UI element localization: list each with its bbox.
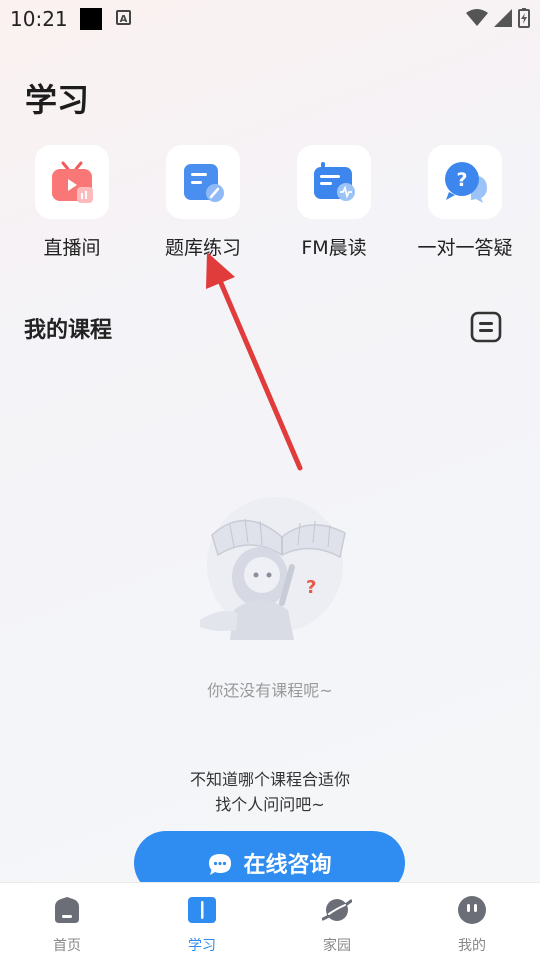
page-title: 学习 [25, 81, 90, 119]
status-bar: 10:21 A [0, 0, 540, 38]
question-bank-icon [184, 164, 224, 202]
a-notification-icon: A [116, 10, 131, 25]
tab-study-label: 学习 [188, 938, 216, 954]
tab-profile-label: 我的 [458, 938, 486, 954]
consult-hint-line2: 找个人问问吧~ [215, 795, 325, 814]
tv-live-icon [52, 161, 93, 203]
quick-item-question-bank[interactable]: 题库练习 [143, 145, 263, 260]
book-icon [188, 897, 216, 923]
my-courses-title: 我的课程 [24, 318, 113, 343]
tab-study[interactable]: 学习 [152, 895, 252, 955]
quick-entry-grid: 直播间 题库练习 FM晨读 ? 一对一答疑 [0, 145, 540, 265]
notification-square-icon [80, 8, 102, 30]
bottom-tab-bar: 首页 学习 家园 我的 [0, 882, 540, 961]
tab-home-label: 首页 [53, 938, 81, 954]
wifi-icon [466, 9, 488, 26]
quick-label-live: 直播间 [43, 237, 101, 259]
consult-hint-line1: 不知道哪个课程合适你 [189, 770, 350, 789]
chat-question-icon: ? [445, 162, 487, 203]
empty-state-text: 你还没有课程呢~ [207, 681, 333, 700]
quick-item-fm[interactable]: FM晨读 [274, 145, 394, 260]
quick-label-qa: 一对一答疑 [417, 237, 513, 259]
profile-icon [458, 896, 486, 924]
tab-community-label: 家园 [323, 938, 351, 954]
battery-icon [518, 8, 530, 28]
quick-item-qa[interactable]: ? 一对一答疑 [405, 145, 525, 260]
consult-hint: 不知道哪个课程合适你 找个人问问吧~ [0, 767, 540, 817]
svg-text:?: ? [306, 577, 316, 598]
chat-bubble-icon [209, 854, 232, 875]
quick-label-question-bank: 题库练习 [164, 237, 241, 259]
tab-home[interactable]: 首页 [17, 895, 117, 955]
online-consult-label: 在线咨询 [243, 853, 332, 878]
status-time: 10:21 [10, 7, 68, 31]
radio-icon [314, 162, 355, 201]
home-icon [55, 897, 79, 923]
tab-profile[interactable]: 我的 [422, 895, 522, 955]
svg-text:?: ? [456, 169, 467, 191]
quick-item-live[interactable]: 直播间 [12, 145, 132, 260]
tab-community[interactable]: 家园 [287, 895, 387, 955]
empty-state-illustration: ? [200, 497, 346, 640]
signal-icon [494, 9, 512, 27]
course-list-icon[interactable] [470, 311, 502, 343]
quick-label-fm: FM晨读 [301, 237, 367, 259]
planet-icon [321, 899, 353, 921]
